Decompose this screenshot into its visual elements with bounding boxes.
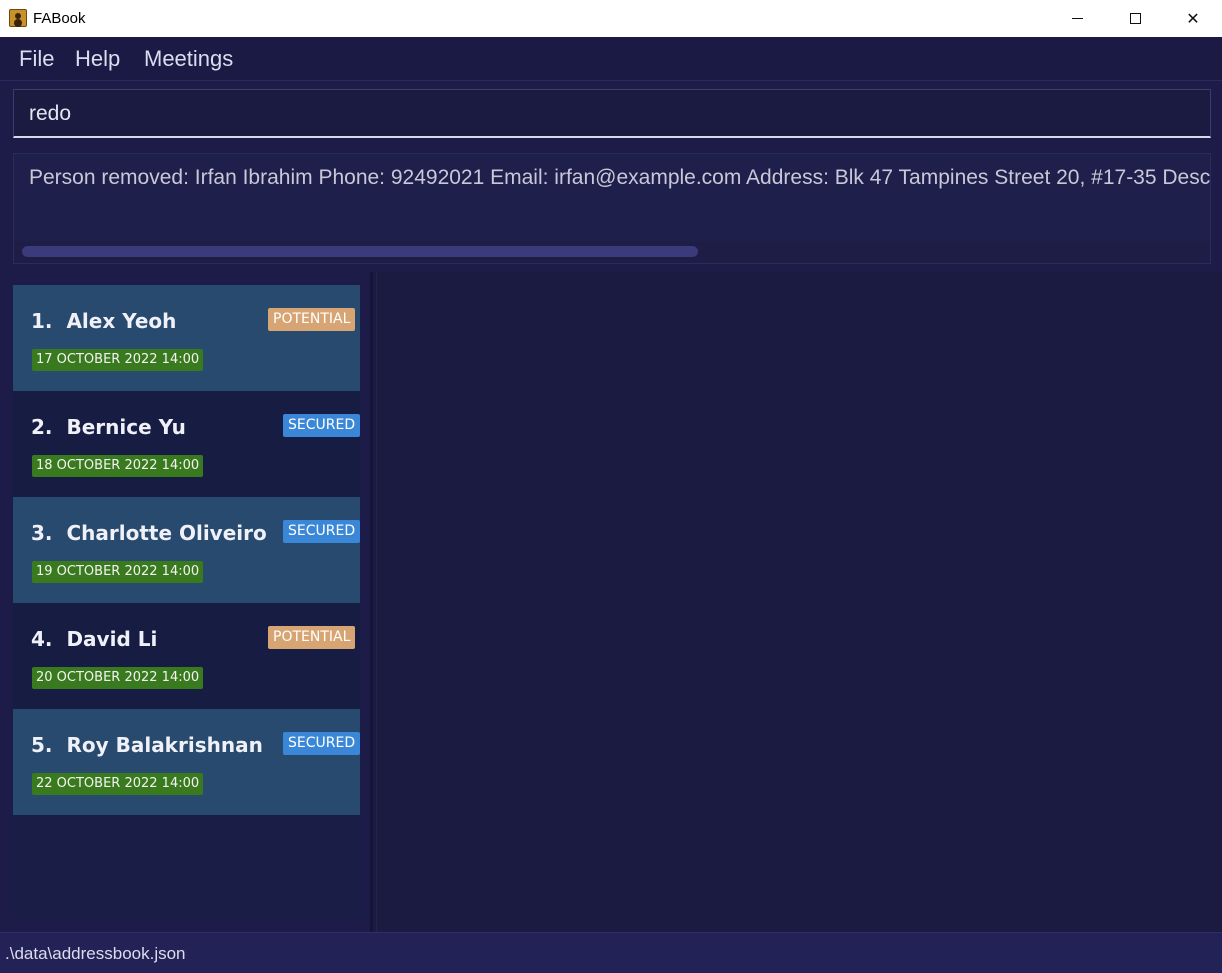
menu-bar: File Help Meetings <box>0 37 1222 81</box>
maximize-icon <box>1129 13 1141 24</box>
save-location: .\data\addressbook.json <box>5 944 186 963</box>
close-button[interactable]: ✕ <box>1164 0 1222 37</box>
person-index: 2. <box>31 415 53 439</box>
person-name: 5. Roy Balakrishnan <box>31 733 263 757</box>
meeting-badge: 20 OCTOBER 2022 14:00 <box>32 667 204 689</box>
menu-file[interactable]: File <box>19 46 54 72</box>
meeting-badge: 22 OCTOBER 2022 14:00 <box>32 773 204 795</box>
status-bar: .\data\addressbook.json <box>0 932 1222 973</box>
person-list-panel: 1. Alex Yeoh POTENTIAL 17 OCTOBER 2022 1… <box>0 272 373 932</box>
horizontal-scrollbar[interactable] <box>14 241 1210 263</box>
tag-badge: SECURED <box>283 520 361 543</box>
person-card[interactable]: 2. Bernice Yu SECURED 18 OCTOBER 2022 14… <box>13 391 361 497</box>
person-index: 3. <box>31 521 53 545</box>
command-box <box>13 89 1211 138</box>
tag-badge: POTENTIAL <box>268 626 356 649</box>
app-icon <box>9 9 27 27</box>
person-name-text: Charlotte Oliveiro <box>66 521 267 545</box>
command-box-container <box>0 81 1222 145</box>
person-name: 4. David Li <box>31 627 157 651</box>
window-title: FABook <box>33 10 86 27</box>
close-icon: ✕ <box>1186 10 1200 28</box>
person-name-text: Bernice Yu <box>66 415 186 439</box>
minimize-icon <box>1071 18 1083 19</box>
person-card[interactable]: 4. David Li POTENTIAL 20 OCTOBER 2022 14… <box>13 603 360 709</box>
menu-help[interactable]: Help <box>75 46 120 72</box>
meeting-badge: 17 OCTOBER 2022 14:00 <box>32 349 204 371</box>
tag-badge: SECURED <box>283 414 361 437</box>
detail-pane <box>376 272 1222 932</box>
window-titlebar: FABook ✕ <box>0 0 1222 37</box>
person-index: 4. <box>31 627 53 651</box>
person-name-text: Roy Balakrishnan <box>66 733 263 757</box>
scrollbar-thumb[interactable] <box>22 246 698 257</box>
result-message: Person removed: Irfan Ibrahim Phone: 924… <box>29 166 1211 189</box>
person-name: 1. Alex Yeoh <box>31 309 176 333</box>
maximize-button[interactable] <box>1106 0 1164 37</box>
menu-meetings[interactable]: Meetings <box>144 46 233 72</box>
meeting-badge: 19 OCTOBER 2022 14:00 <box>32 561 204 583</box>
person-index: 1. <box>31 309 53 333</box>
person-card[interactable]: 5. Roy Balakrishnan SECURED 22 OCTOBER 2… <box>13 709 361 815</box>
person-list[interactable]: 1. Alex Yeoh POTENTIAL 17 OCTOBER 2022 1… <box>13 285 361 919</box>
result-display-container: Person removed: Irfan Ibrahim Phone: 924… <box>0 145 1222 272</box>
tag-badge: SECURED <box>283 732 361 755</box>
person-card[interactable]: 3. Charlotte Oliveiro SECURED 19 OCTOBER… <box>13 497 361 603</box>
meeting-badge: 18 OCTOBER 2022 14:00 <box>32 455 204 477</box>
tag-badge: POTENTIAL <box>268 308 356 331</box>
person-card[interactable]: 1. Alex Yeoh POTENTIAL 17 OCTOBER 2022 1… <box>13 285 360 391</box>
person-index: 5. <box>31 733 53 757</box>
person-name-text: Alex Yeoh <box>66 309 177 333</box>
command-input[interactable] <box>29 100 1189 128</box>
person-name: 3. Charlotte Oliveiro <box>31 521 267 545</box>
result-display: Person removed: Irfan Ibrahim Phone: 924… <box>13 153 1211 264</box>
person-name-text: David Li <box>66 627 158 651</box>
person-name: 2. Bernice Yu <box>31 415 186 439</box>
minimize-button[interactable] <box>1048 0 1106 37</box>
